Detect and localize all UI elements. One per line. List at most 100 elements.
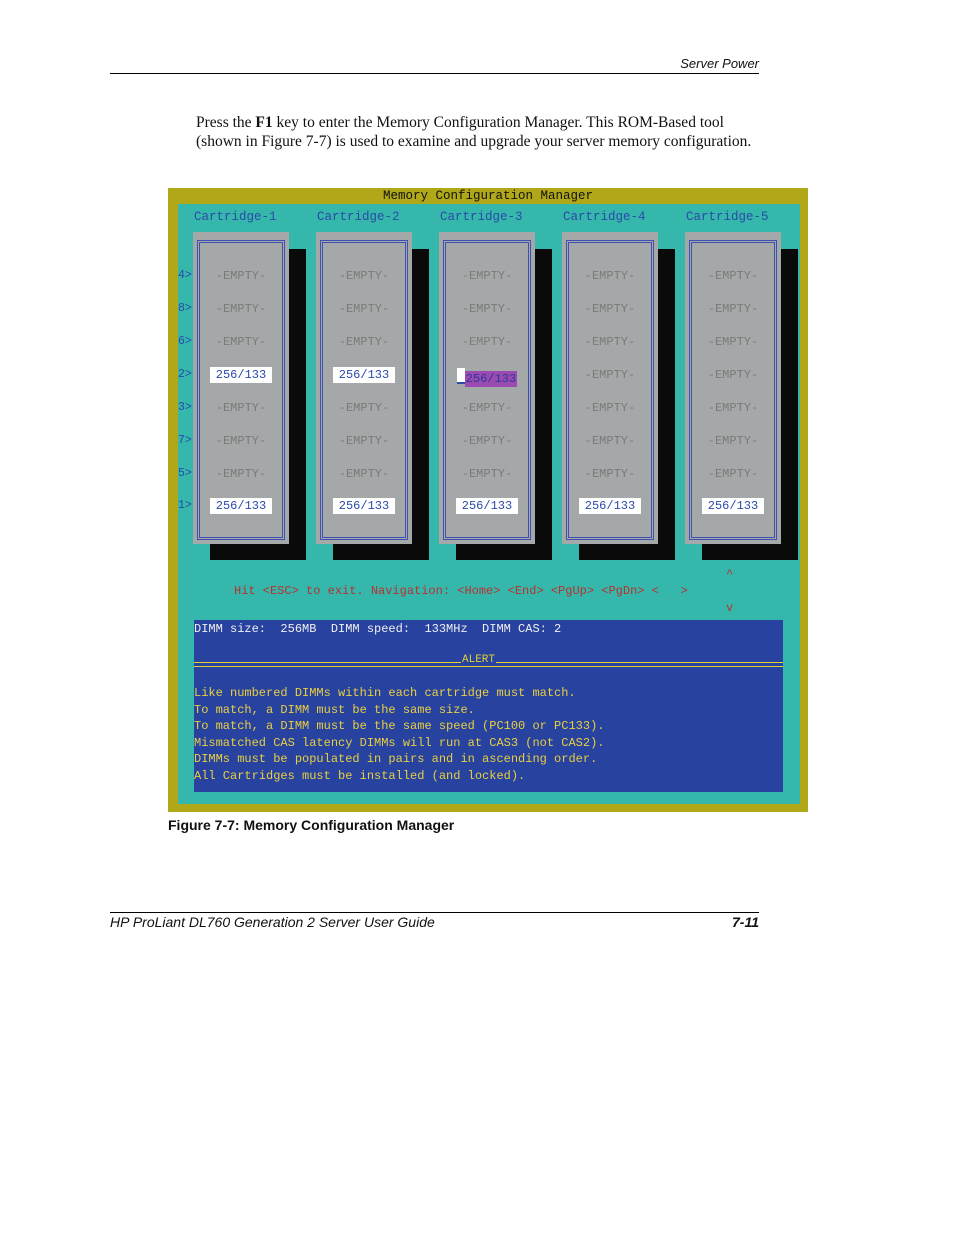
slot-row-label: 2> <box>178 368 192 381</box>
slot-row-label: 3> <box>178 401 192 414</box>
para-text: key to enter the Memory Configuration Ma… <box>196 114 752 150</box>
arrow-up-icon: ^ <box>726 567 734 581</box>
alert-message: DIMMs must be populated in pairs and in … <box>194 752 598 766</box>
footer-rule <box>110 912 759 913</box>
dimm-slot[interactable]: -EMPTY- <box>439 401 535 415</box>
slot-value: 256/133 <box>464 371 518 387</box>
cartridge-frame <box>566 240 654 540</box>
dimm-slot[interactable]: -EMPTY- <box>193 467 289 481</box>
slot-row-label: 6> <box>178 335 192 348</box>
dimm-slot[interactable]: -EMPTY- <box>193 269 289 283</box>
dimm-slot[interactable]: -EMPTY- <box>685 302 781 316</box>
dimm-slot[interactable]: -EMPTY- <box>685 401 781 415</box>
screen-title: Memory Configuration Manager <box>382 189 594 203</box>
alert-message: All Cartridges must be installed (and lo… <box>194 768 526 783</box>
dimm-slot[interactable]: -EMPTY- <box>316 434 412 448</box>
bios-screen: Hit <ESC> to exit. Navigation: <Home> <E… <box>178 204 800 804</box>
cartridge-1[interactable]: -EMPTY- -EMPTY- -EMPTY- 256/133 -EMPTY- -EMPT… <box>193 232 289 544</box>
slot-value: -EMPTY- <box>707 368 759 382</box>
slot-value: -EMPTY- <box>461 401 513 415</box>
dimm-slot[interactable]: 256/133 <box>193 367 289 383</box>
cartridge-label: Cartridge-1 <box>194 210 277 224</box>
slot-value: -EMPTY- <box>215 335 267 349</box>
dimm-slot-selected[interactable]: 256/133 <box>439 368 535 387</box>
header-rule <box>110 73 759 74</box>
figure-caption: Figure 7-7: Memory Configuration Manager <box>168 817 455 833</box>
cartridge-4[interactable]: -EMPTY- -EMPTY- -EMPTY- -EMPTY- -EMPTY- -EMPT… <box>562 232 658 544</box>
slot-value: -EMPTY- <box>584 335 636 349</box>
dimm-slot[interactable]: -EMPTY- <box>193 401 289 415</box>
dimm-slot[interactable]: 256/133 <box>193 498 289 514</box>
cartridge-label: Cartridge-2 <box>317 210 400 224</box>
dimm-slot[interactable]: 256/133 <box>685 498 781 514</box>
dimm-slot[interactable]: 256/133 <box>316 498 412 514</box>
dimm-slot[interactable]: -EMPTY- <box>193 302 289 316</box>
slot-row-label: 4> <box>178 269 192 282</box>
dimm-slot[interactable]: -EMPTY- <box>193 335 289 349</box>
dimm-slot[interactable]: 256/133 <box>562 498 658 514</box>
dimm-slot[interactable]: -EMPTY- <box>685 368 781 382</box>
dimm-slot[interactable]: -EMPTY- <box>685 335 781 349</box>
dimm-slot[interactable]: -EMPTY- <box>562 302 658 316</box>
slot-value: 256/133 <box>455 498 519 514</box>
dimm-slot[interactable]: -EMPTY- <box>685 467 781 481</box>
cartridge-2[interactable]: -EMPTY- -EMPTY- -EMPTY- 256/133 -EMPTY- -EMPT… <box>316 232 412 544</box>
slot-value: -EMPTY- <box>461 302 513 316</box>
dimm-slot[interactable]: -EMPTY- <box>316 401 412 415</box>
slot-value: -EMPTY- <box>338 401 390 415</box>
slot-value: -EMPTY- <box>215 269 267 283</box>
dimm-slot[interactable]: -EMPTY- <box>439 434 535 448</box>
dimm-slot[interactable]: -EMPTY- <box>316 302 412 316</box>
cartridge-frame <box>197 240 285 540</box>
navigation-hint: Hit <ESC> to exit. Navigation: <Home> <E… <box>234 584 688 598</box>
cartridge-5[interactable]: -EMPTY- -EMPTY- -EMPTY- -EMPTY- -EMPTY- -EMPT… <box>685 232 781 544</box>
alert-message: Mismatched CAS latency DIMMs will run at… <box>194 735 605 750</box>
dimm-slot[interactable]: -EMPTY- <box>562 368 658 382</box>
dimm-slot[interactable]: -EMPTY- <box>685 434 781 448</box>
dimm-slot[interactable]: -EMPTY- <box>439 302 535 316</box>
slot-row-label: 8> <box>178 302 192 315</box>
running-header: Server Power <box>680 56 759 71</box>
slot-value: -EMPTY- <box>584 434 636 448</box>
cartridge-3[interactable]: -EMPTY- -EMPTY- -EMPTY- 256/133 -EMPTY- -EMPT… <box>439 232 535 544</box>
dimm-slot[interactable]: -EMPTY- <box>439 269 535 283</box>
slot-value: -EMPTY- <box>707 302 759 316</box>
cursor-icon <box>456 368 465 384</box>
slot-value: -EMPTY- <box>707 335 759 349</box>
dimm-slot[interactable]: -EMPTY- <box>562 467 658 481</box>
slot-value: -EMPTY- <box>338 302 390 316</box>
dimm-slot[interactable]: 256/133 <box>316 367 412 383</box>
dimm-slot[interactable]: -EMPTY- <box>316 269 412 283</box>
intro-paragraph: Press the F1 key to enter the Memory Con… <box>196 113 766 151</box>
alert-message: Like numbered DIMMs within each cartridg… <box>194 686 576 700</box>
dimm-slot[interactable]: -EMPTY- <box>562 434 658 448</box>
slot-value: 256/133 <box>701 498 765 514</box>
slot-value: -EMPTY- <box>707 269 759 283</box>
dimm-slot[interactable]: -EMPTY- <box>316 335 412 349</box>
dimm-slot[interactable]: -EMPTY- <box>316 467 412 481</box>
slot-value: 256/133 <box>332 498 396 514</box>
dimm-slot[interactable]: -EMPTY- <box>562 335 658 349</box>
dimm-slot[interactable]: 256/133 <box>439 498 535 514</box>
slot-value: -EMPTY- <box>338 467 390 481</box>
figure-screenshot: Memory Configuration Manager Hit <ESC> t… <box>168 188 808 812</box>
slot-value: -EMPTY- <box>707 467 759 481</box>
dimm-slot[interactable]: -EMPTY- <box>193 434 289 448</box>
slot-value: -EMPTY- <box>707 401 759 415</box>
slot-row-label: 5> <box>178 467 192 480</box>
dimm-slot[interactable]: -EMPTY- <box>562 269 658 283</box>
cartridge-frame <box>689 240 777 540</box>
cartridge-label: Cartridge-5 <box>686 210 769 224</box>
dimm-slot[interactable]: -EMPTY- <box>439 467 535 481</box>
slot-row-label: 1> <box>178 499 192 512</box>
dimm-slot[interactable]: -EMPTY- <box>685 269 781 283</box>
slot-value: -EMPTY- <box>338 335 390 349</box>
slot-value: -EMPTY- <box>215 302 267 316</box>
slot-value: -EMPTY- <box>707 434 759 448</box>
slot-value: -EMPTY- <box>584 401 636 415</box>
alert-message: To match, a DIMM must be the same speed … <box>194 719 605 733</box>
slot-value: -EMPTY- <box>215 434 267 448</box>
dimm-slot[interactable]: -EMPTY- <box>439 335 535 349</box>
dimm-slot[interactable]: -EMPTY- <box>562 401 658 415</box>
slot-value: -EMPTY- <box>338 434 390 448</box>
